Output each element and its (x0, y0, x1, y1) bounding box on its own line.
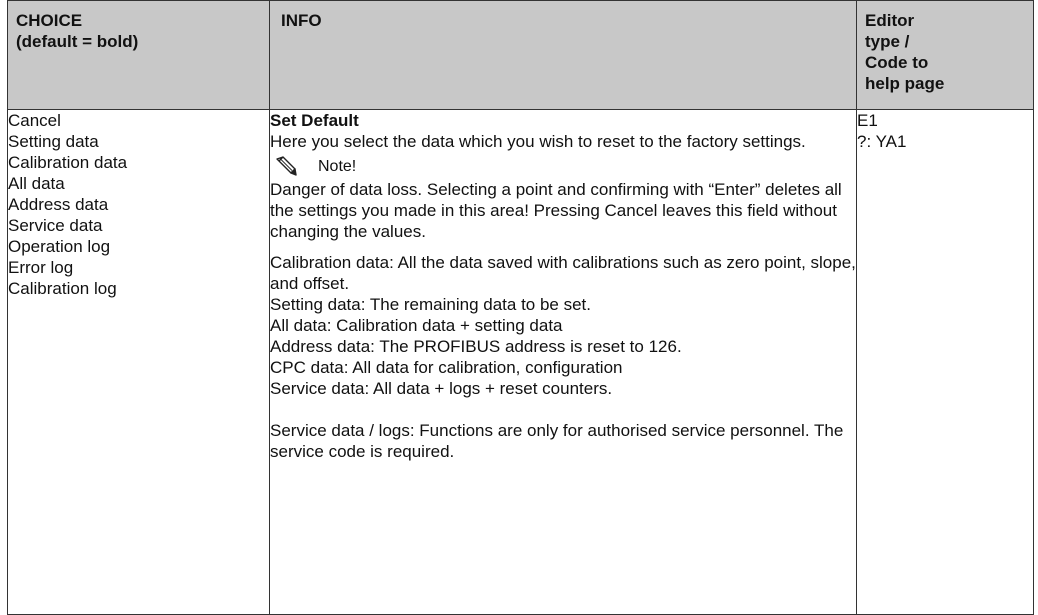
definition-item: CPC data: All data for calibration, conf… (270, 358, 623, 377)
body-row: Cancel Setting data Calibration data All… (7, 109, 1034, 615)
editor-header-line4: help page (865, 74, 945, 93)
editor-list: E1 ?: YA1 (857, 110, 1033, 152)
note-line: Note! (270, 153, 856, 179)
editor-header-line3: Code to (865, 53, 929, 72)
header-row: CHOICE (default = bold) INFO Editor type… (7, 0, 1034, 110)
info-intro: Here you select the data which you wish … (270, 132, 806, 151)
info-title: Set Default (270, 111, 359, 130)
choice-item: Service data (8, 216, 103, 235)
editor-header-line2: type / (865, 32, 910, 51)
definition-item: Address data: The PROFIBUS address is re… (270, 337, 682, 356)
info-cell: Set Default Here you select the data whi… (269, 109, 857, 615)
info-header: INFO (269, 0, 857, 110)
choice-header-line2: (default = bold) (16, 32, 139, 51)
info-warning: Danger of data loss. Selecting a point a… (270, 180, 842, 241)
choice-item: Error log (8, 258, 74, 277)
choice-cell: Cancel Setting data Calibration data All… (7, 109, 270, 615)
final-note: Service data / logs: Functions are only … (270, 421, 844, 461)
editor-cell: E1 ?: YA1 (856, 109, 1034, 615)
editor-type: E1 (857, 111, 878, 130)
help-code: ?: YA1 (857, 132, 907, 151)
choice-header: CHOICE (default = bold) (7, 0, 270, 110)
choice-item: Address data (8, 195, 109, 214)
choice-item: Calibration data (8, 153, 128, 172)
choice-list: Cancel Setting data Calibration data All… (8, 110, 269, 299)
settings-table: CHOICE (default = bold) INFO Editor type… (7, 0, 1034, 615)
choice-item: Operation log (8, 237, 111, 256)
pencil-note-icon (276, 156, 297, 176)
choice-header-line1: CHOICE (16, 11, 83, 30)
choice-item: Setting data (8, 132, 99, 151)
definition-item: Setting data: The remaining data to be s… (270, 295, 592, 314)
editor-header-line1: Editor (865, 11, 915, 30)
final-note-block: Service data / logs: Functions are only … (270, 420, 856, 462)
editor-header: Editor type / Code to help page (856, 0, 1034, 110)
definition-item: Service data: All data + logs + reset co… (270, 379, 613, 398)
choice-item: Cancel (8, 111, 61, 130)
definition-item: All data: Calibration data + setting dat… (270, 316, 563, 335)
note-label: Note! (318, 157, 357, 175)
choice-item: All data (8, 174, 65, 193)
definition-item: Calibration data: All the data saved wit… (270, 253, 856, 293)
choice-item: Calibration log (8, 279, 117, 298)
definitions-block: Calibration data: All the data saved wit… (270, 252, 856, 399)
